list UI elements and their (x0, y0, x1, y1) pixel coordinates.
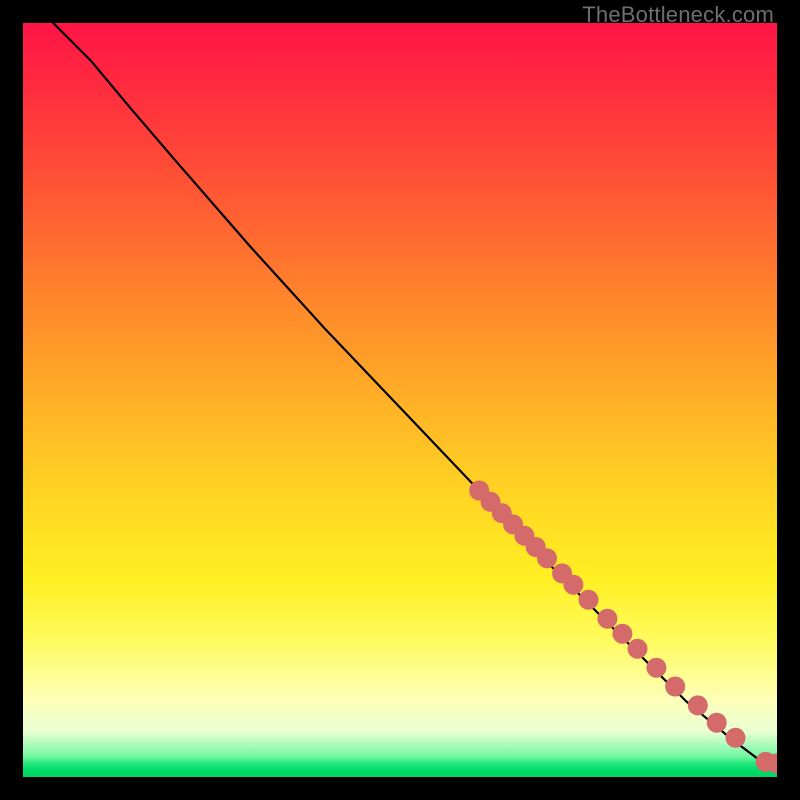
data-dot (646, 658, 666, 678)
data-dot (537, 548, 557, 568)
curve-layer (23, 23, 777, 777)
data-dot (665, 677, 685, 697)
data-dot (597, 609, 617, 629)
data-dot (579, 590, 599, 610)
data-dot (707, 713, 727, 733)
data-dot (726, 728, 746, 748)
chart-stage: TheBottleneck.com (0, 0, 800, 800)
data-dot (628, 639, 648, 659)
data-dot (612, 624, 632, 644)
data-dots (469, 481, 777, 774)
bottleneck-curve (53, 23, 777, 763)
plot-area (23, 23, 777, 777)
data-dot (688, 695, 708, 715)
data-dot (563, 575, 583, 595)
